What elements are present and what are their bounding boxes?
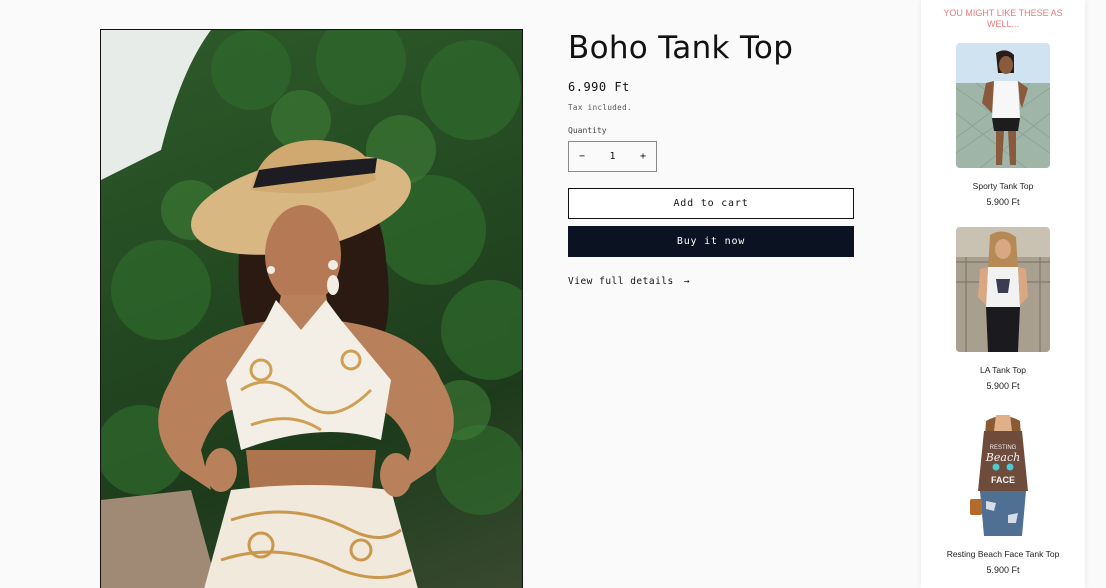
sporty-tank-top-photo xyxy=(956,43,1050,168)
svg-text:FACE: FACE xyxy=(991,475,1015,485)
decrement-button[interactable]: − xyxy=(579,151,585,162)
add-to-cart-button[interactable]: Add to cart xyxy=(568,188,854,219)
recommendation-price: 5.900 Ft xyxy=(986,381,1020,391)
product-title: Boho Tank Top xyxy=(568,30,794,66)
recommendations-sidebar: YOU MIGHT LIKE THESE AS WELL... Sporty T… xyxy=(921,0,1085,588)
quantity-input[interactable]: 1 xyxy=(609,151,615,162)
recommendation-thumbnail[interactable] xyxy=(956,227,1050,352)
arrow-right-icon: → xyxy=(683,276,690,287)
recommendation-price: 5.900 Ft xyxy=(986,197,1020,207)
increment-button[interactable]: + xyxy=(640,151,646,162)
view-details-label: View full details xyxy=(568,276,674,287)
recommendation-price: 5.900 Ft xyxy=(986,565,1020,575)
quantity-stepper: − 1 + xyxy=(568,141,657,172)
recommendation-thumbnail[interactable] xyxy=(956,43,1050,168)
recommendation-name[interactable]: Sporty Tank Top xyxy=(921,181,1085,191)
recommendation-item[interactable]: RESTING Beach FACE Resting Beach Face Ta… xyxy=(921,411,1085,575)
recommendation-item[interactable]: Sporty Tank Top 5.900 Ft xyxy=(921,43,1085,207)
recommendations-heading: YOU MIGHT LIKE THESE AS WELL... xyxy=(943,8,1063,29)
tax-note: Tax included. xyxy=(568,103,632,112)
product-info: Boho Tank Top 6.990 Ft Tax included. Qua… xyxy=(568,28,858,287)
resting-beach-face-tank-top-photo: RESTING Beach FACE xyxy=(956,411,1050,536)
product-price: 6.990 Ft xyxy=(568,80,630,94)
view-full-details-link[interactable]: View full details → xyxy=(568,276,858,287)
recommendation-item[interactable]: LA Tank Top 5.900 Ft xyxy=(921,227,1085,391)
la-tank-top-photo xyxy=(956,227,1050,352)
product-photo-illustration xyxy=(101,30,522,588)
product-image[interactable] xyxy=(100,29,523,588)
recommendation-name[interactable]: LA Tank Top xyxy=(921,365,1085,375)
buy-now-button[interactable]: Buy it now xyxy=(568,226,854,257)
recommendation-thumbnail[interactable]: RESTING Beach FACE xyxy=(956,411,1050,536)
svg-text:Beach: Beach xyxy=(985,451,1020,464)
recommendation-name[interactable]: Resting Beach Face Tank Top xyxy=(921,549,1085,559)
quantity-label: Quantity xyxy=(568,126,607,135)
